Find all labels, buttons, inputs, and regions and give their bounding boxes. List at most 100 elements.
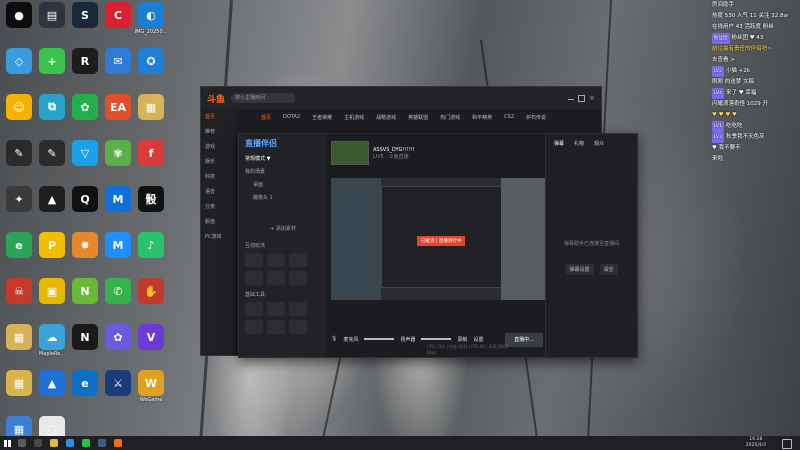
search-input[interactable]: 搜小主播房间	[231, 93, 296, 103]
desktop-icon[interactable]: ✎	[2, 140, 36, 167]
desktop-icon[interactable]: ▦	[134, 94, 168, 121]
desktop-icon[interactable]: e	[68, 370, 102, 397]
desktop-icon[interactable]: 骰	[134, 186, 168, 213]
tab-hearthstone[interactable]: 炉石传说	[526, 114, 546, 121]
scene-item-camera[interactable]: 摄像头 1	[239, 191, 327, 204]
sidebar-item-looks[interactable]: 颜值	[201, 214, 235, 229]
sidebar-item-entertainment[interactable]: 娱乐	[201, 154, 235, 169]
sidebar-item-category[interactable]: 分类	[201, 199, 235, 214]
edge-icon[interactable]	[66, 439, 74, 447]
basic-tool-button[interactable]	[289, 302, 307, 316]
desktop-icon[interactable]: ✆	[101, 278, 135, 305]
sidebar-item-pc-games[interactable]: PC游戏	[201, 229, 235, 244]
desktop-icon[interactable]: ▣	[35, 278, 69, 305]
desktop-icon[interactable]: ✦	[2, 186, 36, 213]
basic-tool-button[interactable]	[267, 302, 285, 316]
close-icon[interactable]: ×	[589, 94, 595, 102]
desktop-icon[interactable]: +	[35, 48, 69, 75]
desktop-icon[interactable]: ⚔	[101, 370, 135, 397]
desktop-icon[interactable]: ▤	[35, 2, 69, 29]
desktop-icon[interactable]: R	[68, 48, 102, 75]
desktop-icon[interactable]: C	[101, 2, 135, 29]
microphone-icon[interactable]: 🎙	[331, 336, 337, 342]
desktop-icon[interactable]: ☁ MapleRe...	[35, 324, 69, 357]
interact-tool-button[interactable]	[267, 253, 285, 267]
sidebar-item-voice[interactable]: 语音	[201, 184, 235, 199]
stream-cover-thumbnail[interactable]	[331, 141, 369, 165]
desktop-icon[interactable]: N	[68, 278, 102, 305]
tab-honor-of-kings[interactable]: 王者荣耀	[312, 114, 332, 121]
add-source-button[interactable]: + 添加素材	[239, 222, 327, 235]
tab-lol[interactable]: 英雄联盟	[408, 114, 428, 121]
desktop-icon[interactable]: M	[101, 232, 135, 259]
desktop-icon[interactable]: ✸	[68, 232, 102, 259]
desktop-icon[interactable]: ◇	[2, 48, 36, 75]
interact-tool-button[interactable]	[267, 271, 285, 285]
sidebar-item-recommend[interactable]: 推荐	[201, 124, 235, 139]
desktop-icon[interactable]: ▲	[35, 186, 69, 213]
notification-icon[interactable]	[782, 439, 792, 449]
desktop-icon[interactable]: N	[68, 324, 102, 351]
system-clock[interactable]: 16:28 2025/4/3	[746, 437, 766, 449]
stream-preview[interactable]: 已推流 | 直播进行中	[331, 178, 545, 300]
interact-tool-button[interactable]	[289, 271, 307, 285]
desktop-icon[interactable]: ◐ IMG_20250...	[134, 2, 168, 35]
desktop-icon[interactable]: ☺	[2, 94, 36, 121]
desktop-icon[interactable]: ✾	[101, 140, 135, 167]
stream-title[interactable]: ASSVS_DYG!!!!!!	[373, 147, 414, 153]
task-view-icon[interactable]	[34, 439, 42, 447]
maximize-icon[interactable]	[578, 94, 586, 102]
desktop-icon[interactable]: W WeGame	[134, 370, 168, 403]
desktop-icon[interactable]: ▦	[2, 324, 36, 351]
desktop-icon[interactable]: ✉	[101, 48, 135, 75]
tab-dota2[interactable]: DOTA2	[283, 114, 300, 120]
search-icon[interactable]	[18, 439, 26, 447]
tab-gifts[interactable]: 礼物	[574, 140, 584, 147]
desktop-icon[interactable]: P	[35, 232, 69, 259]
tab-strategy[interactable]: 战略游戏	[376, 114, 396, 121]
desktop-icon[interactable]: ⧉	[35, 94, 69, 121]
minimize-icon[interactable]	[568, 98, 575, 100]
wechat-icon[interactable]	[82, 439, 90, 447]
douyu-icon[interactable]	[114, 439, 122, 447]
settings-button[interactable]: 设置	[473, 336, 483, 343]
start-button[interactable]	[0, 436, 14, 450]
interact-tool-button[interactable]	[289, 253, 307, 267]
tab-home[interactable]: 首页	[261, 114, 271, 121]
basic-tool-button[interactable]	[289, 320, 307, 334]
sidebar-item-tech[interactable]: 科技	[201, 169, 235, 184]
clear-button[interactable]: 清空	[599, 264, 618, 275]
desktop-icon[interactable]: ●	[2, 2, 36, 29]
desktop-icon[interactable]: ✿	[68, 94, 102, 121]
desktop-icon[interactable]: ☠	[2, 278, 36, 305]
desktop-icon[interactable]: EA	[101, 94, 135, 121]
tab-danmaku[interactable]: 弹幕	[554, 140, 564, 147]
desktop-icon[interactable]: M	[101, 186, 135, 213]
desktop-icon[interactable]: ✪	[134, 48, 168, 75]
sidebar-item-home[interactable]: 首页	[201, 109, 235, 124]
speaker-volume-slider[interactable]	[421, 338, 452, 340]
desktop-icon[interactable]: f	[134, 140, 168, 167]
mic-volume-slider[interactable]	[364, 338, 395, 340]
tab-audience[interactable]: 观众	[594, 140, 604, 147]
steam-icon[interactable]	[98, 439, 106, 447]
desktop-icon[interactable]: ▦	[2, 370, 36, 397]
tab-cs2[interactable]: CS2	[504, 114, 514, 120]
tab-console[interactable]: 主机游戏	[344, 114, 364, 121]
record-button[interactable]: 录制	[457, 336, 467, 343]
basic-tool-button[interactable]	[267, 320, 285, 334]
interact-tool-button[interactable]	[245, 271, 263, 285]
desktop-icon[interactable]: ✎	[35, 140, 69, 167]
scene-item-desktop[interactable]: 桌面	[239, 178, 327, 191]
file-explorer-icon[interactable]	[50, 439, 58, 447]
desktop-icon[interactable]: Q	[68, 186, 102, 213]
desktop-icon[interactable]: V	[134, 324, 168, 351]
danmaku-settings-button[interactable]: 弹幕设置	[565, 264, 594, 275]
tab-hot[interactable]: 热门游戏	[440, 114, 460, 121]
basic-tool-button[interactable]	[245, 320, 263, 334]
sidebar-item-games[interactable]: 游戏	[201, 139, 235, 154]
desktop-icon[interactable]: e	[2, 232, 36, 259]
desktop-icon[interactable]: ✋	[134, 278, 168, 305]
desktop-icon[interactable]: ♪	[134, 232, 168, 259]
desktop-icon[interactable]: S	[68, 2, 102, 29]
